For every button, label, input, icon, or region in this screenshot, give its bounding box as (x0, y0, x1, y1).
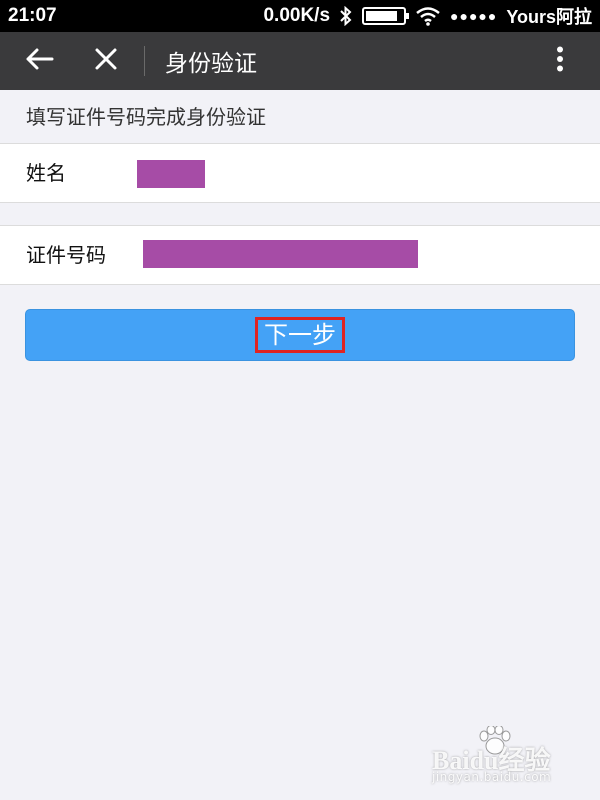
carrier-name: Yours阿拉 (506, 7, 592, 27)
instruction-text: 填写证件号码完成身份验证 (26, 105, 266, 129)
name-field-row[interactable]: 姓名 (0, 143, 600, 203)
signal-strength-icon: ●●●●● (450, 8, 498, 24)
status-indicators: 0.00K/s ●●●●● Yours阿拉 (263, 3, 592, 29)
watermark-url: jingyan.baidu.com (432, 770, 552, 784)
close-icon (94, 47, 118, 75)
baidu-jingyan-watermark: Baidu经验 jingyan.baidu.com (432, 725, 582, 786)
bluetooth-icon (339, 6, 353, 26)
page-title: 身份验证 (165, 51, 257, 77)
status-time: 21:07 (8, 5, 57, 26)
id-number-label: 证件号码 (26, 243, 106, 267)
name-value-redacted (137, 160, 205, 188)
close-button[interactable] (78, 32, 134, 90)
status-bar: 21:07 0.00K/s ●●●●● Yours阿拉 (0, 0, 600, 32)
battery-fill (366, 11, 397, 21)
back-button[interactable] (0, 32, 78, 90)
wifi-icon (415, 6, 441, 26)
battery-icon (362, 7, 410, 25)
id-number-value-redacted (143, 240, 418, 268)
name-label: 姓名 (26, 161, 66, 185)
more-vertical-icon (556, 46, 564, 76)
next-step-label: 下一步 (255, 317, 345, 353)
title-divider (144, 46, 145, 76)
arrow-left-icon (24, 47, 54, 75)
id-number-field-row[interactable]: 证件号码 (0, 225, 600, 285)
title-bar: 身份验证 (0, 32, 600, 90)
next-step-button[interactable]: 下一步 (25, 309, 575, 361)
more-button[interactable] (520, 32, 600, 90)
network-speed: 0.00K/s (263, 5, 331, 26)
